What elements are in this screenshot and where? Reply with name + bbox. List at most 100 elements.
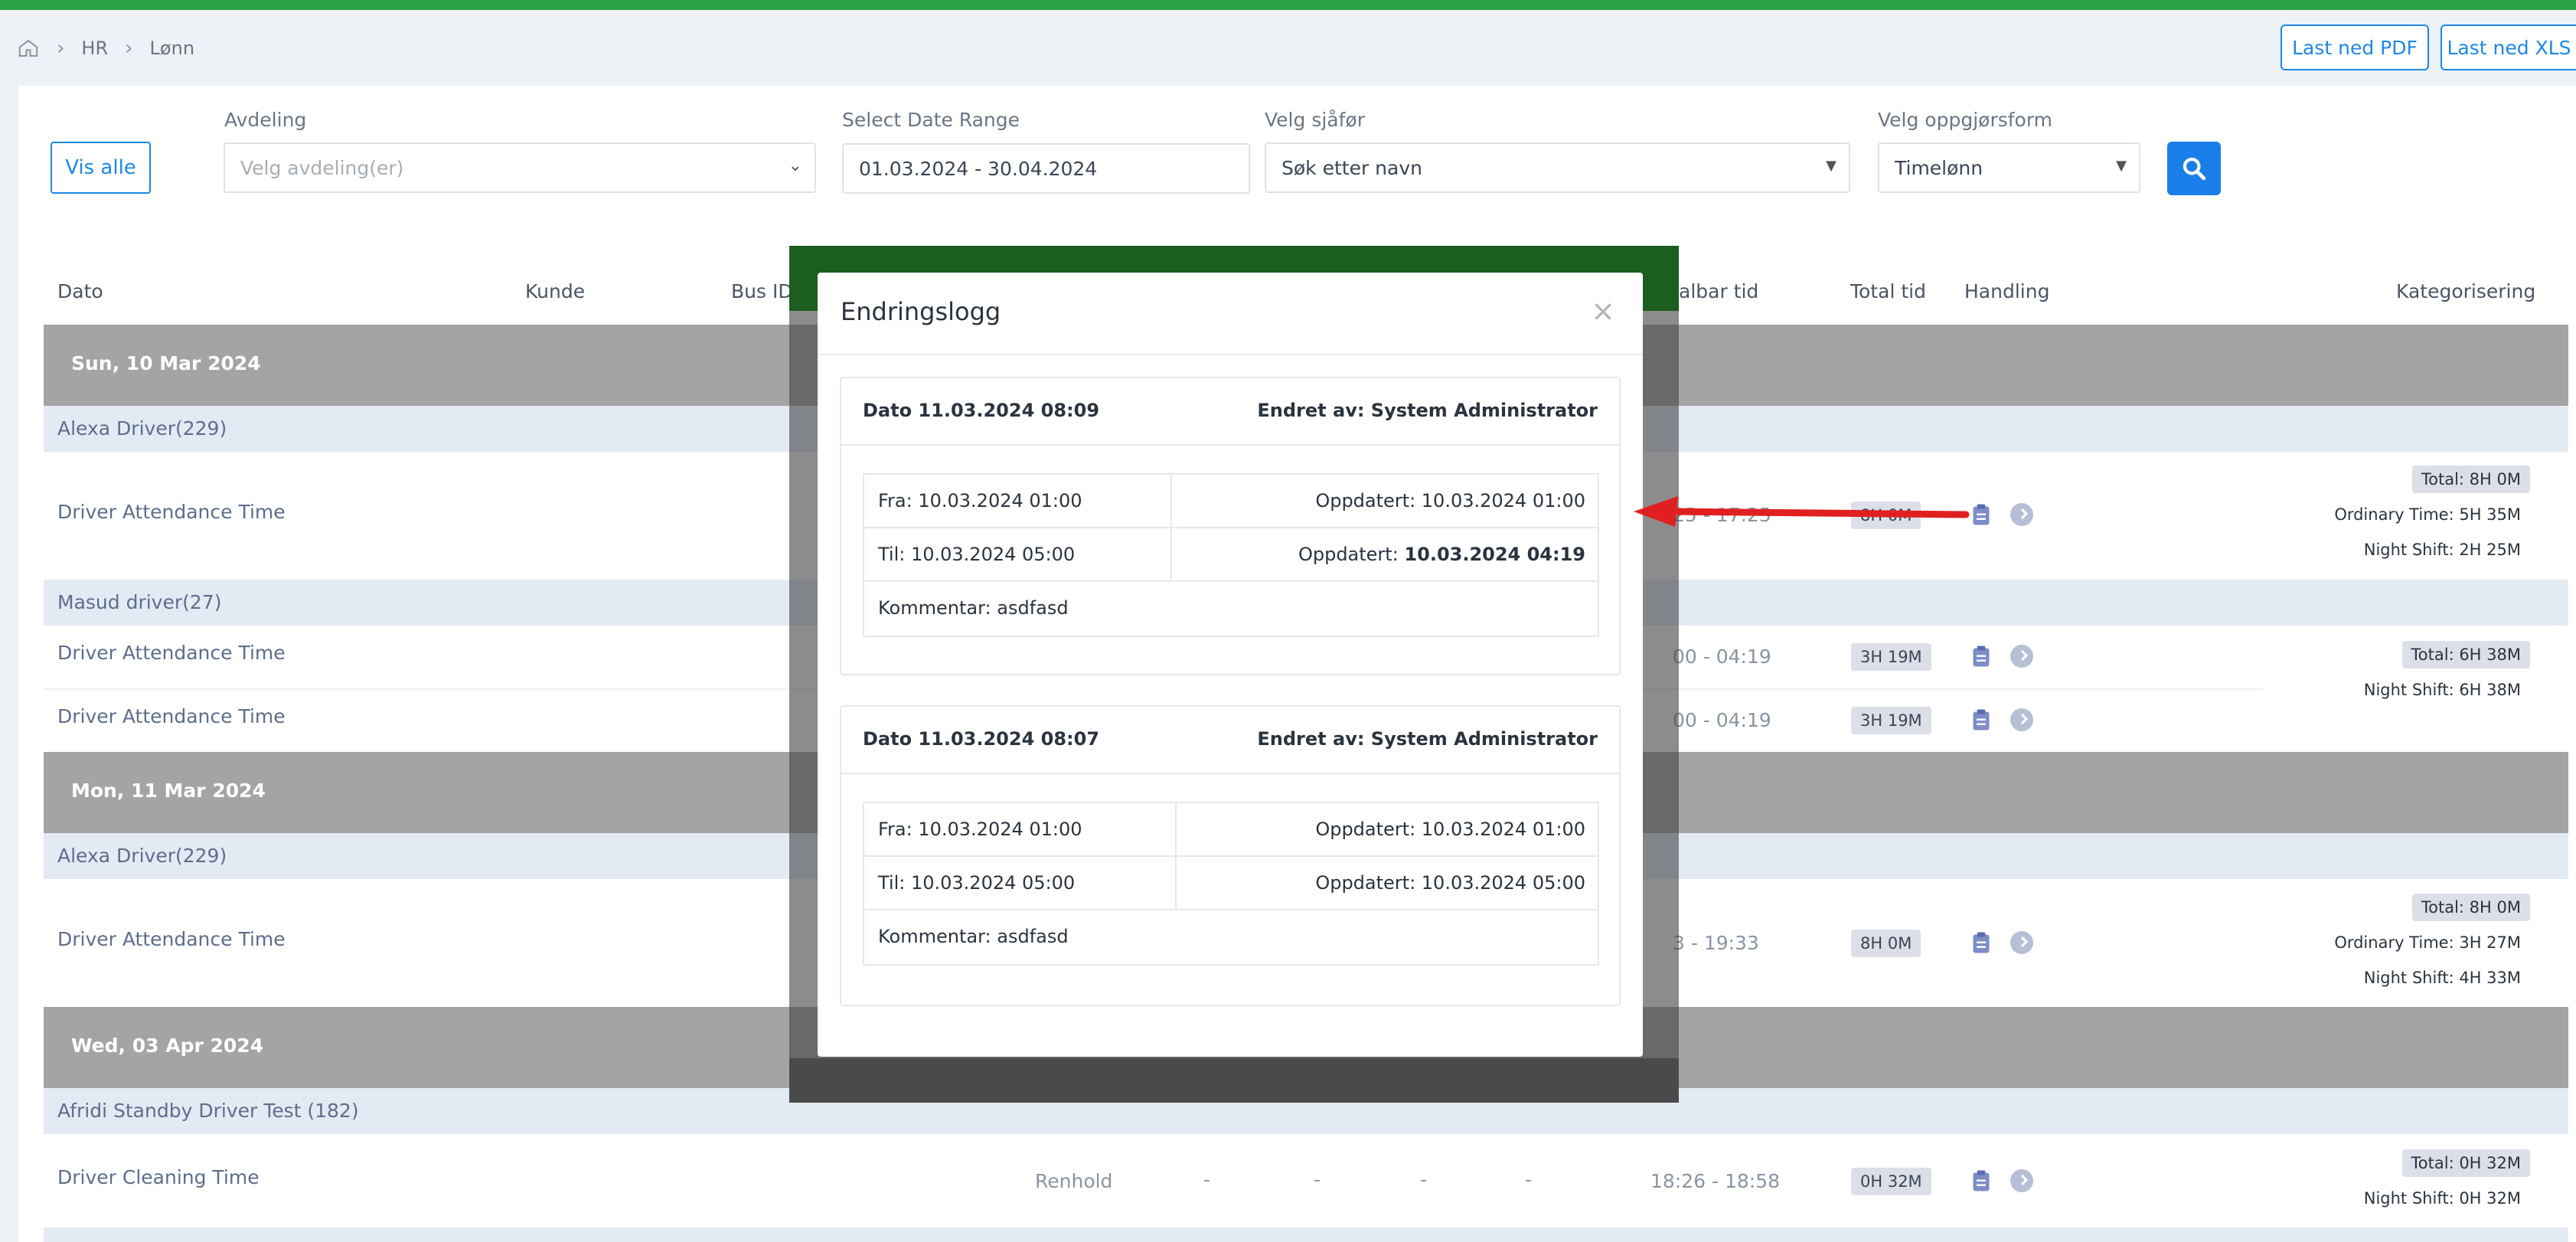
arrow-right-circle-icon[interactable] bbox=[2010, 645, 2033, 668]
total-time-badge: 8H 0M bbox=[1851, 930, 1921, 957]
col-total-time[interactable]: Total tid bbox=[1850, 280, 1926, 302]
log-entry-date: Dato 11.03.2024 08:07 bbox=[863, 728, 1100, 750]
col-payable-time[interactable]: albar tid bbox=[1679, 280, 1758, 302]
log-entry-details: Fra: 10.03.2024 01:00 Oppdatert: 10.03.2… bbox=[863, 473, 1599, 637]
arrow-right-circle-icon[interactable] bbox=[2010, 931, 2033, 954]
breadcrumb-lonn: Lønn bbox=[149, 38, 195, 59]
breadcrumb: › HR › Lønn bbox=[17, 35, 194, 61]
arrow-right-circle-icon[interactable] bbox=[2010, 1169, 2033, 1192]
log-entry-header: Dato 11.03.2024 08:07 Endret av: System … bbox=[841, 707, 1619, 774]
caret-down-icon: ▼ bbox=[2116, 158, 2127, 174]
log-entry-author: Endret av: System Administrator bbox=[1257, 400, 1598, 421]
row-time-range: 00 - 04:19 bbox=[1673, 709, 1771, 731]
row-dash: - bbox=[1314, 1168, 1321, 1191]
category-tag: Total: 6H 38M bbox=[2401, 641, 2530, 668]
column-divider bbox=[1170, 475, 1172, 582]
clipboard-icon[interactable] bbox=[1972, 503, 1990, 526]
breadcrumb-hr[interactable]: HR bbox=[81, 38, 108, 59]
total-time-badge: 0H 32M bbox=[1851, 1168, 1931, 1195]
clipboard-icon[interactable] bbox=[1972, 931, 1990, 954]
clipboard-icon[interactable] bbox=[1972, 1169, 1990, 1192]
log-from: Fra: 10.03.2024 01:00 bbox=[878, 490, 1082, 512]
category-tag: Night Shift: 0H 32M bbox=[2363, 1189, 2521, 1208]
settlement-select[interactable]: Timelønn ▼ bbox=[1878, 142, 2140, 193]
category-tag: Total: 8H 0M bbox=[2411, 894, 2530, 921]
modal-divider bbox=[818, 354, 1643, 355]
log-comment: Kommentar: asdfasd bbox=[878, 597, 1069, 619]
category-tag: Night Shift: 4H 33M bbox=[2363, 969, 2521, 987]
category-tag: Night Shift: 6H 38M bbox=[2363, 681, 2521, 699]
category-tag: Total: 8H 0M bbox=[2411, 466, 2530, 493]
clipboard-icon[interactable] bbox=[1972, 708, 1990, 731]
row-type: Driver Attendance Time bbox=[57, 928, 286, 950]
show-all-button[interactable]: Vis alle bbox=[51, 142, 151, 194]
modal-title: Endringslogg bbox=[841, 297, 1001, 326]
underlying-modal-footer bbox=[789, 1058, 1679, 1103]
day-label: Sun, 10 Mar 2024 bbox=[71, 352, 261, 374]
close-icon[interactable]: × bbox=[1591, 294, 1615, 328]
log-entry-date: Dato 11.03.2024 08:09 bbox=[863, 400, 1100, 421]
driver-select-value: Søk etter navn bbox=[1281, 156, 1422, 179]
settlement-select-value: Timelønn bbox=[1895, 156, 1983, 179]
change-log-modal: Endringslogg × Dato 11.03.2024 08:09 End… bbox=[818, 273, 1643, 1057]
category-tag: Ordinary Time: 3H 27M bbox=[2334, 933, 2521, 952]
home-icon[interactable] bbox=[17, 37, 40, 60]
department-select[interactable]: Velg avdeling(er) ⌄ bbox=[224, 142, 816, 193]
log-from-updated: Oppdatert: 10.03.2024 01:00 bbox=[1315, 819, 1585, 840]
day-label: Wed, 03 Apr 2024 bbox=[71, 1034, 264, 1057]
row-time-range: 18:26 - 18:58 bbox=[1650, 1170, 1781, 1192]
download-pdf-button[interactable]: Last ned PDF bbox=[2281, 25, 2429, 70]
chevron-down-icon: ⌄ bbox=[788, 156, 802, 175]
row-dash: - bbox=[1420, 1168, 1428, 1191]
col-date[interactable]: Dato bbox=[57, 280, 103, 302]
log-comment: Kommentar: asdfasd bbox=[878, 926, 1069, 947]
log-to-updated: Oppdatert: 10.03.2024 04:19 bbox=[1298, 544, 1585, 565]
col-bus-id[interactable]: Bus ID bbox=[731, 280, 793, 302]
person-name[interactable]: Alexa Driver(229) bbox=[57, 845, 227, 867]
row-time-range: 3 - 19:33 bbox=[1673, 932, 1759, 954]
category-tag: Total: 0H 32M bbox=[2401, 1149, 2530, 1177]
change-log-entry: Dato 11.03.2024 08:09 Endret av: System … bbox=[840, 377, 1621, 675]
row-divider bbox=[864, 855, 1598, 857]
clipboard-icon[interactable] bbox=[1972, 645, 1990, 668]
chevron-right-icon: › bbox=[57, 37, 65, 60]
date-range-label: Select Date Range bbox=[842, 109, 1020, 131]
log-to-updated-value: 10.03.2024 04:19 bbox=[1404, 544, 1585, 565]
col-customer[interactable]: Kunde bbox=[525, 280, 585, 302]
row-dash: - bbox=[1525, 1168, 1533, 1191]
change-log-entry: Dato 11.03.2024 08:07 Endret av: System … bbox=[840, 705, 1621, 1006]
person-name[interactable]: Afridi Standby Driver Test (182) bbox=[57, 1100, 359, 1122]
department-placeholder: Velg avdeling(er) bbox=[240, 156, 404, 179]
category-tag: Night Shift: 2H 25M bbox=[2363, 541, 2521, 559]
arrow-right-circle-icon[interactable] bbox=[2010, 503, 2033, 526]
total-time-badge: 3H 19M bbox=[1851, 707, 1931, 734]
settlement-label: Velg oppgjørsform bbox=[1878, 109, 2053, 131]
row-divider bbox=[864, 580, 1598, 582]
download-xls-button[interactable]: Last ned XLS bbox=[2441, 25, 2576, 70]
search-icon bbox=[2183, 157, 2206, 181]
log-to: Til: 10.03.2024 05:00 bbox=[878, 544, 1076, 565]
col-category[interactable]: Kategorisering bbox=[2396, 280, 2535, 302]
log-to: Til: 10.03.2024 05:00 bbox=[878, 872, 1076, 894]
log-to-updated: Oppdatert: 10.03.2024 05:00 bbox=[1315, 872, 1585, 894]
row-divider bbox=[864, 527, 1598, 528]
person-name[interactable]: Masud driver(27) bbox=[57, 591, 221, 613]
row-dash: - bbox=[1203, 1168, 1211, 1191]
person-name[interactable]: Alexa Driver(229) bbox=[57, 417, 227, 440]
category-tag: Ordinary Time: 5H 35M bbox=[2334, 505, 2521, 524]
col-action: Handling bbox=[1964, 280, 2050, 302]
log-from-updated: Oppdatert: 10.03.2024 01:00 bbox=[1315, 490, 1585, 512]
arrow-right-circle-icon[interactable] bbox=[2010, 708, 2033, 731]
total-time-badge: 3H 19M bbox=[1851, 643, 1931, 671]
log-entry-author: Endret av: System Administrator bbox=[1257, 728, 1598, 750]
column-divider bbox=[1175, 803, 1177, 910]
driver-select[interactable]: Søk etter navn ▼ bbox=[1265, 142, 1850, 193]
row-time-range: 00 - 04:19 bbox=[1673, 646, 1771, 668]
driver-label: Velg sjåfør bbox=[1265, 109, 1365, 131]
log-from: Fra: 10.03.2024 01:00 bbox=[878, 819, 1082, 840]
row-customer: Renhold bbox=[1035, 1170, 1113, 1192]
day-label: Mon, 11 Mar 2024 bbox=[71, 780, 266, 802]
date-range-input[interactable]: 01.03.2024 - 30.04.2024 bbox=[842, 143, 1250, 194]
department-label: Avdeling bbox=[224, 109, 307, 131]
search-button[interactable] bbox=[2167, 142, 2221, 195]
